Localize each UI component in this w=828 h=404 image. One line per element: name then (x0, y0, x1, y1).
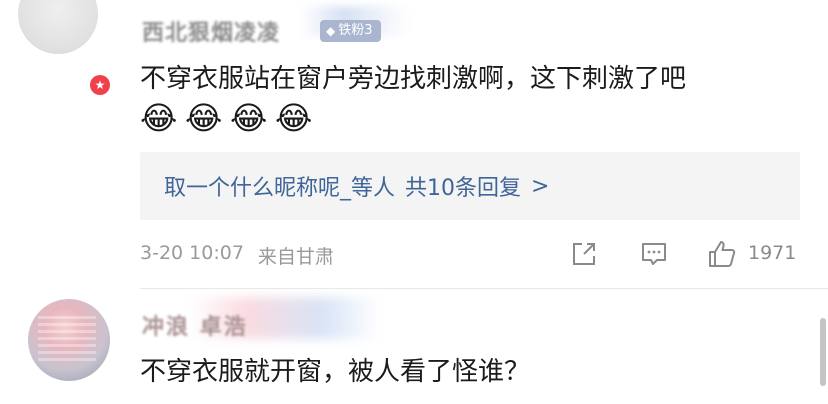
comment-item: ★ 西北狠烟凌凌 ◆ 铁粉3 不穿衣服站在窗户旁边找刺激啊，这下刺激了吧 😂 😂… (0, 0, 828, 288)
laughing-crying-emoji-icon: 😂 (230, 99, 268, 137)
share-icon (573, 243, 595, 265)
diamond-icon: ◆ (326, 24, 336, 38)
like-count: 1971 (748, 242, 797, 264)
scrollbar[interactable] (820, 318, 826, 386)
fan-badge-label: 铁粉3 (338, 23, 373, 38)
comment-time: 3-20 10:07 (140, 242, 244, 264)
like-button[interactable] (704, 236, 740, 272)
chevron-right-icon: > (531, 173, 550, 199)
reply-button[interactable] (636, 236, 672, 272)
laughing-crying-emoji-icon: 😂 (275, 99, 313, 137)
reply-preview-box[interactable]: 取一个什么昵称呢_等人 共10条回复 > (140, 152, 800, 220)
avatar[interactable] (28, 299, 110, 381)
comment-meta: 3-20 10:07 来自甘肃 (140, 242, 334, 269)
comment-icon (642, 243, 666, 265)
avatar[interactable] (18, 0, 98, 54)
comment-text: 不穿衣服站在窗户旁边找刺激啊，这下刺激了吧 (140, 64, 687, 94)
comment-location: 来自甘肃 (257, 246, 334, 268)
comment-text: 不穿衣服就开窗，被人看了怪谁？ (140, 357, 531, 387)
verified-badge: ★ (88, 73, 112, 97)
comment-item: 冲浪 卓浩 不穿衣服就开窗，被人看了怪谁？ (0, 289, 828, 404)
emoji-row: 😂 😂 😂 😂 (140, 99, 313, 137)
share-button[interactable] (566, 236, 602, 272)
fan-badge[interactable]: ◆ 铁粉3 (320, 20, 381, 42)
laughing-crying-emoji-icon: 😂 (140, 99, 178, 137)
star-badge-icon: ★ (90, 75, 110, 95)
reply-preview-user[interactable]: 取一个什么昵称呢_等人 (164, 170, 395, 202)
reply-count-link[interactable]: 共10条回复 (405, 170, 521, 202)
comment-username[interactable]: 西北狠烟凌凌 (142, 15, 280, 47)
comment-username[interactable]: 冲浪 卓浩 (142, 309, 248, 341)
thumbs-up-icon (709, 241, 736, 267)
laughing-crying-emoji-icon: 😂 (185, 99, 223, 137)
